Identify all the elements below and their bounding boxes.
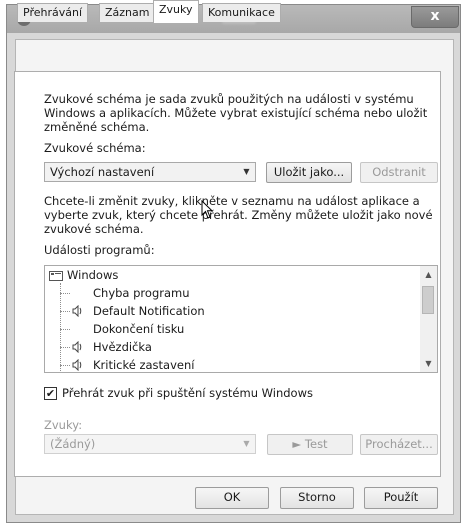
play-startup-sound-label[interactable]: Přehrát zvuk při spuštění systému Window… xyxy=(62,386,313,401)
chevron-down-icon: ▼ xyxy=(243,167,250,176)
scheme-label: Zvukové schéma: xyxy=(44,141,146,155)
sounds-select[interactable]: (Žádný) ▼ xyxy=(44,434,256,454)
speaker-icon xyxy=(72,359,82,371)
tab-sounds[interactable]: Zvuky xyxy=(153,0,199,23)
test-button-label: Test xyxy=(304,437,328,451)
speaker-icon xyxy=(72,305,82,317)
list-item-label: Chyba programu xyxy=(93,286,190,300)
list-item-label: Default Notification xyxy=(93,304,205,318)
apply-button[interactable]: Použít xyxy=(364,487,438,509)
list-item-label: Dokončení tisku xyxy=(93,322,185,336)
intro-text-line2: Windows a aplikacích. Můžete vybrat exis… xyxy=(44,106,428,120)
scroll-up-icon[interactable]: ▲ xyxy=(420,266,437,283)
tree-branch xyxy=(60,293,70,294)
scroll-down-icon[interactable]: ▼ xyxy=(420,355,437,372)
browse-button[interactable]: Procházet... xyxy=(360,434,438,455)
list-item-print-complete[interactable]: Dokončení tisku xyxy=(45,321,419,338)
play-icon: ► xyxy=(292,437,305,451)
program-events-list[interactable]: Windows Chyba programu Default Notificat… xyxy=(44,265,438,373)
chevron-down-icon: ▼ xyxy=(243,439,250,448)
scheme-select[interactable]: Výchozí nastavení ▼ xyxy=(44,162,256,182)
play-startup-sound-checkbox[interactable]: ✔ xyxy=(44,387,57,400)
tab-playback[interactable]: Přehrávání xyxy=(17,3,89,22)
tree-branch xyxy=(60,329,70,330)
tree-branch xyxy=(60,365,70,366)
tab-recording[interactable]: Záznam xyxy=(99,3,156,22)
close-button[interactable]: x xyxy=(411,6,459,28)
intro-text-line1: Zvukové schéma je sada zvuků použitých n… xyxy=(44,92,414,106)
list-item-program-error[interactable]: Chyba programu xyxy=(45,285,419,302)
delete-scheme-button[interactable]: Odstranit xyxy=(360,162,438,183)
tree-branch xyxy=(60,347,70,348)
help-text-line1: Chcete-li změnit zvuky, klikněte v sezna… xyxy=(44,194,420,208)
program-events-label: Události programů: xyxy=(44,243,155,257)
sounds-label: Zvuky: xyxy=(44,418,83,432)
intro-text-line3: změněné schéma. xyxy=(44,120,150,134)
list-item-label: Kritické zastavení xyxy=(93,358,195,372)
speaker-icon xyxy=(72,341,82,353)
scheme-select-value: Výchozí nastavení xyxy=(50,165,155,179)
sounds-select-value: (Žádný) xyxy=(50,437,96,451)
list-item-label: Windows xyxy=(67,268,119,282)
tab-communications[interactable]: Komunikace xyxy=(202,3,281,22)
list-item-asterisk[interactable]: Hvězdička xyxy=(45,339,419,356)
save-as-button[interactable]: Uložit jako... xyxy=(266,162,352,183)
mouse-cursor-icon xyxy=(201,200,214,219)
ok-button[interactable]: OK xyxy=(195,487,269,509)
list-item-label: Hvězdička xyxy=(93,340,152,354)
help-text-line2: vyberte zvuk, který chcete přehrát. Změn… xyxy=(44,208,433,222)
list-item-critical-stop[interactable]: Kritické zastavení xyxy=(45,357,419,372)
list-scrollbar[interactable]: ▲ ▼ xyxy=(420,266,437,372)
list-item-default-notification[interactable]: Default Notification xyxy=(45,303,419,320)
tree-branch xyxy=(60,311,70,312)
help-text-line3: zvukové schéma. xyxy=(44,222,144,236)
windows-group-icon xyxy=(49,271,63,281)
cancel-button[interactable]: Storno xyxy=(280,487,354,509)
scrollbar-thumb[interactable] xyxy=(422,286,434,314)
test-button[interactable]: ► Test xyxy=(267,434,353,455)
